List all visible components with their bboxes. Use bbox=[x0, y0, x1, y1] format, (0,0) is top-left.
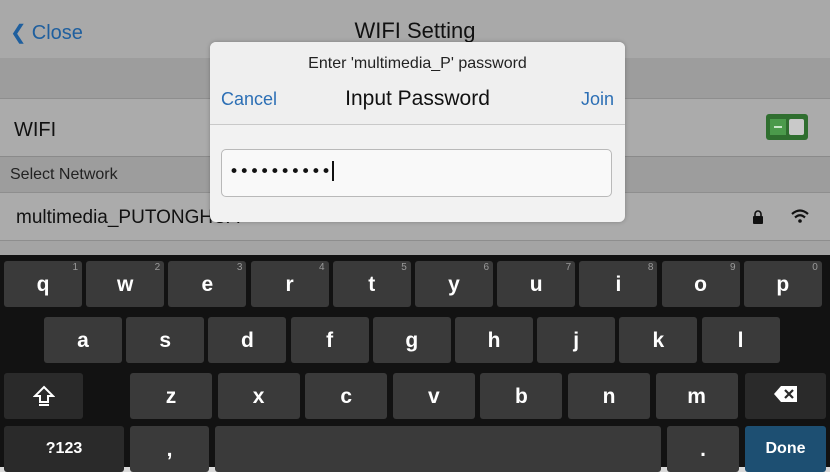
comma-key[interactable]: , bbox=[130, 426, 209, 472]
key-a[interactable]: a bbox=[44, 317, 122, 363]
backspace-key[interactable] bbox=[745, 373, 826, 419]
key-t-hint: 5 bbox=[401, 262, 407, 273]
key-j[interactable]: j bbox=[537, 317, 616, 363]
shift-key[interactable] bbox=[4, 373, 83, 419]
key-p-hint: 0 bbox=[812, 262, 818, 273]
key-l-label: l bbox=[737, 329, 744, 352]
wifi-label: WIFI bbox=[14, 119, 57, 141]
key-u[interactable]: u7 bbox=[497, 261, 576, 307]
key-q-hint: 1 bbox=[72, 262, 78, 273]
key-h[interactable]: h bbox=[455, 317, 533, 363]
key-q-label: q bbox=[36, 273, 50, 296]
key-u-hint: 7 bbox=[565, 262, 572, 273]
key-v-label: v bbox=[427, 385, 440, 408]
toggle-knob bbox=[789, 119, 804, 135]
key-o[interactable]: o9 bbox=[661, 261, 740, 307]
key-g[interactable]: g bbox=[372, 317, 451, 363]
period-key[interactable]: . bbox=[667, 426, 739, 472]
password-input[interactable]: •••••••••• bbox=[221, 149, 612, 197]
key-l[interactable]: l bbox=[701, 317, 780, 363]
page-title: WIFI Setting bbox=[354, 18, 476, 43]
key-e-hint: 3 bbox=[236, 262, 243, 273]
symbols-key[interactable]: ?123 bbox=[4, 426, 124, 472]
key-r[interactable]: r4 bbox=[250, 261, 329, 307]
key-u-label: u bbox=[529, 273, 543, 296]
password-value: •••••••••• bbox=[229, 161, 335, 182]
key-b-label: b bbox=[514, 385, 528, 408]
key-d-label: d bbox=[240, 329, 254, 352]
toggle-on-indicator bbox=[770, 119, 786, 135]
key-g-label: g bbox=[405, 329, 419, 352]
key-k-label: k bbox=[652, 329, 665, 352]
section-label: Select Network bbox=[10, 166, 118, 183]
key-y-label: y bbox=[448, 273, 460, 296]
dialog-prompt: Enter 'multimedia_P' password bbox=[308, 55, 527, 72]
key-v[interactable]: v bbox=[392, 373, 475, 419]
backspace-icon bbox=[773, 386, 797, 402]
key-o-label: o bbox=[694, 273, 707, 296]
done-key[interactable]: Done bbox=[745, 426, 826, 472]
key-h-label: h bbox=[487, 329, 501, 352]
key-i[interactable]: i8 bbox=[579, 261, 658, 307]
period-label: . bbox=[700, 438, 706, 461]
key-p-label: p bbox=[776, 273, 790, 296]
key-i-label: i bbox=[615, 273, 622, 296]
key-z-label: z bbox=[165, 385, 177, 408]
key-k[interactable]: k bbox=[619, 317, 698, 363]
key-j-label: j bbox=[573, 329, 580, 352]
join-button[interactable]: Join bbox=[581, 89, 614, 110]
lock-icon bbox=[753, 210, 763, 224]
key-c-label: c bbox=[340, 385, 353, 408]
key-w[interactable]: w2 bbox=[86, 261, 165, 307]
key-r-hint: 4 bbox=[319, 262, 325, 273]
done-label: Done bbox=[765, 440, 806, 457]
key-y-hint: 6 bbox=[483, 262, 489, 273]
key-m[interactable]: m bbox=[655, 373, 738, 419]
key-z[interactable]: z bbox=[130, 373, 212, 419]
key-s[interactable]: s bbox=[126, 317, 205, 363]
key-a-label: a bbox=[77, 329, 89, 352]
key-s-label: s bbox=[159, 329, 172, 352]
comma-label: , bbox=[166, 438, 173, 461]
key-n-label: n bbox=[602, 385, 616, 408]
space-key[interactable] bbox=[215, 426, 661, 472]
key-e-label: e bbox=[201, 273, 214, 296]
cancel-button[interactable]: Cancel bbox=[221, 89, 277, 110]
key-m-label: m bbox=[687, 385, 706, 408]
key-p[interactable]: p0 bbox=[743, 261, 822, 307]
key-d[interactable]: d bbox=[208, 317, 287, 363]
text-cursor bbox=[332, 161, 335, 181]
key-t-label: t bbox=[368, 273, 376, 296]
key-i-hint: 8 bbox=[647, 262, 654, 273]
soft-keyboard: ?123 , . Done q1w2e3r4t5y6u7i8o9p0asdfgh… bbox=[0, 255, 830, 472]
key-x[interactable]: x bbox=[217, 373, 300, 419]
key-q[interactable]: q1 bbox=[4, 261, 82, 307]
key-f-label: f bbox=[326, 329, 334, 352]
password-dots: •••••••••• bbox=[229, 162, 332, 182]
key-y[interactable]: y6 bbox=[415, 261, 493, 307]
key-b[interactable]: b bbox=[480, 373, 563, 419]
key-n[interactable]: n bbox=[568, 373, 650, 419]
key-x-label: x bbox=[252, 385, 265, 408]
wifi-icon bbox=[791, 209, 809, 223]
wifi-toggle[interactable] bbox=[766, 114, 808, 140]
key-w-label: w bbox=[117, 273, 134, 296]
key-t[interactable]: t5 bbox=[332, 261, 411, 307]
symbols-label: ?123 bbox=[45, 440, 83, 457]
key-w-hint: 2 bbox=[154, 262, 161, 273]
password-dialog: Enter 'multimedia_P' password Input Pass… bbox=[210, 42, 625, 222]
key-e[interactable]: e3 bbox=[168, 261, 247, 307]
key-f[interactable]: f bbox=[290, 317, 369, 363]
key-r-label: r bbox=[285, 273, 294, 296]
key-c[interactable]: c bbox=[305, 373, 388, 419]
network-name: multimedia_PUTONGHUA bbox=[16, 207, 240, 228]
dialog-header: Enter 'multimedia_P' password Input Pass… bbox=[210, 42, 625, 125]
key-o-hint: 9 bbox=[730, 262, 736, 273]
shift-icon bbox=[32, 385, 55, 406]
